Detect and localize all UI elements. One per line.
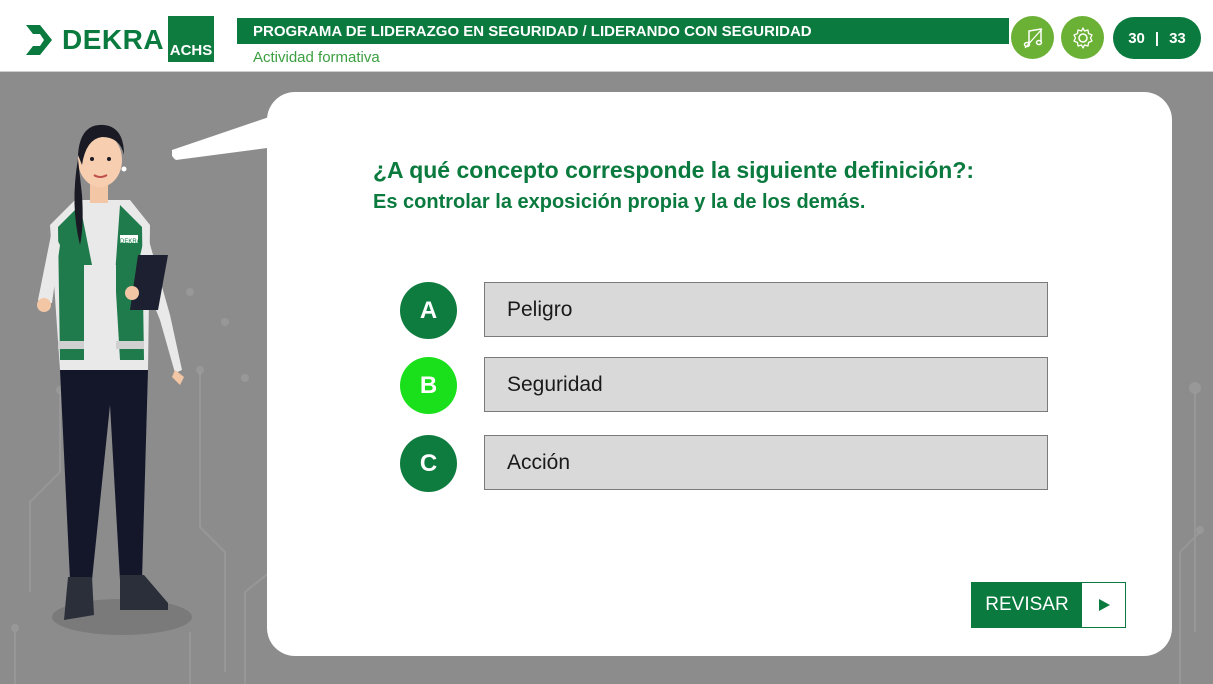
gear-icon [1072, 26, 1093, 49]
page-indicator: 30 | 33 [1113, 17, 1201, 59]
dekra-logo-text: DEKRA [62, 24, 165, 55]
svg-text:DEKRA: DEKRA [120, 239, 141, 245]
option-c[interactable]: C Acción [400, 435, 1050, 492]
top-header: DEKRA ACHS PROGRAMA DE LIDERAZGO EN SEGU… [0, 0, 1213, 72]
settings-button[interactable] [1061, 16, 1104, 59]
option-a[interactable]: A Peligro [400, 282, 1050, 339]
achs-logo-text: ACHS [169, 42, 213, 59]
speech-bubble-tail [172, 116, 282, 160]
option-b[interactable]: B Seguridad [400, 357, 1050, 414]
option-letter-c: C [400, 435, 457, 492]
play-arrow-icon [1082, 583, 1125, 627]
question-prompt: ¿A qué concepto corresponde la siguiente… [373, 157, 975, 183]
achs-logo: ACHS [168, 16, 214, 62]
total-pages: 33 [1169, 29, 1186, 47]
option-letter-b: B [400, 357, 457, 414]
option-label-a[interactable]: Peligro [484, 282, 1048, 337]
option-label-b[interactable]: Seguridad [484, 357, 1048, 412]
current-page: 30 [1128, 29, 1145, 47]
music-button[interactable] [1011, 16, 1054, 59]
option-label-c[interactable]: Acción [484, 435, 1048, 490]
music-note-icon [1023, 27, 1042, 48]
instructor-character: DEKRA [37, 124, 192, 635]
question-definition: Es controlar la exposición propia y la d… [373, 191, 866, 213]
program-title-bar: PROGRAMA DE LIDERAZGO EN SEGURIDAD / LID… [237, 18, 1009, 44]
dekra-logo: DEKRA [24, 22, 164, 58]
page-separator: | [1154, 29, 1160, 47]
review-button[interactable]: REVISAR [971, 582, 1126, 628]
program-title: PROGRAMA DE LIDERAZGO EN SEGURIDAD / LID… [253, 23, 812, 40]
option-letter-a: A [400, 282, 457, 339]
activity-subtitle: Actividad formativa [253, 49, 380, 66]
dekra-logo-icon [26, 25, 52, 55]
review-button-label: REVISAR [972, 583, 1082, 627]
